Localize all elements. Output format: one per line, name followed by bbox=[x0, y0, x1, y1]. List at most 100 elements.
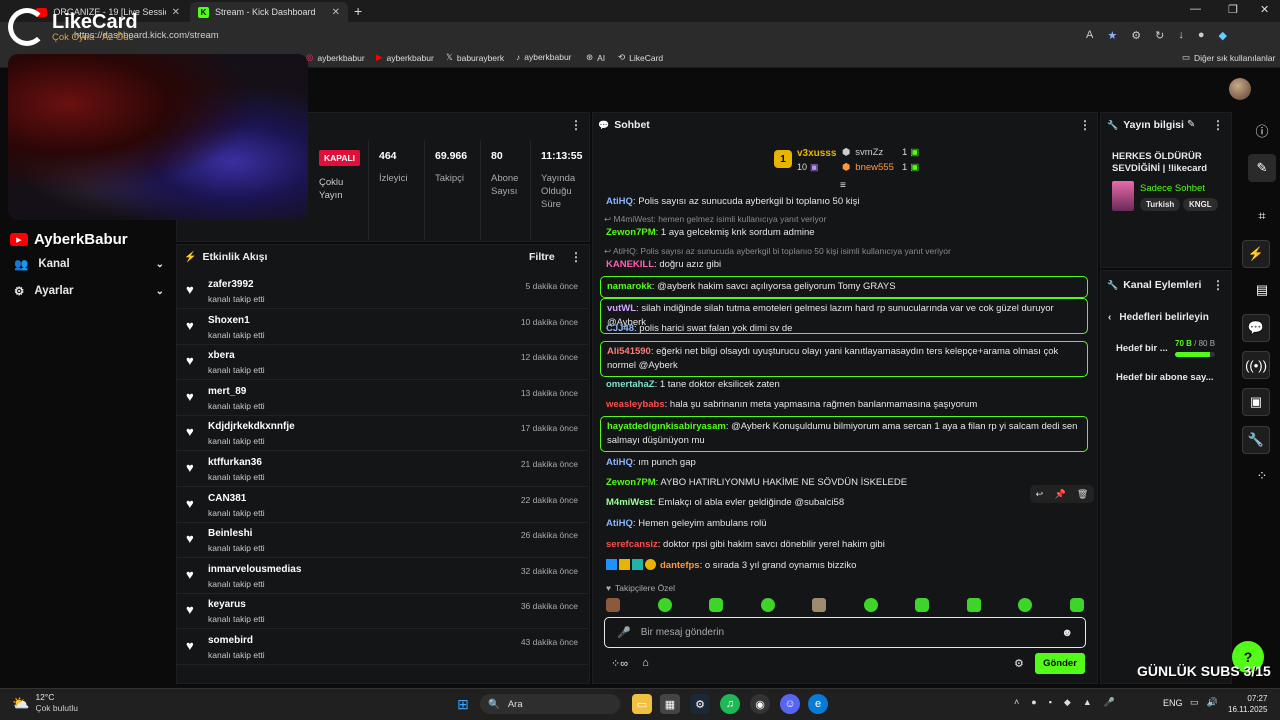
minimize-button[interactable]: — bbox=[1190, 3, 1201, 15]
sidebar-item-kanal[interactable]: 👥 Kanal ⌄ bbox=[14, 257, 164, 271]
chat-username[interactable]: Ali541590 bbox=[607, 346, 651, 357]
activity-item[interactable]: ♥ inmarvelousmedias kanalı takip etti 32 da… bbox=[176, 559, 588, 594]
new-tab-button[interactable]: + bbox=[354, 3, 362, 19]
close-window-button[interactable]: ✕ bbox=[1260, 3, 1269, 16]
sidebar-item-ayarlar[interactable]: ⚙ Ayarlar ⌄ bbox=[14, 284, 164, 298]
emote-icon[interactable] bbox=[1069, 598, 1084, 612]
tray-app-icon[interactable]: ▲ bbox=[1083, 697, 1092, 708]
steam-icon[interactable]: ⚙ bbox=[690, 694, 710, 714]
chat-message[interactable]: KANEKILL: doğru azız gibi bbox=[600, 258, 1088, 272]
bookmark-ai[interactable]: ⊛ AI bbox=[586, 52, 605, 63]
filter-button[interactable]: Filtre bbox=[529, 251, 555, 263]
chat-message[interactable]: AtiHQ: Polis sayısı az sunucuda ayberkgi… bbox=[600, 195, 1088, 209]
weather-widget[interactable]: ⛅ 12°C Çok bulutlu bbox=[12, 692, 78, 714]
edit-stream-icon[interactable]: ✎ bbox=[1248, 154, 1276, 182]
activity-item[interactable]: ♥ xbera kanalı takip etti 12 dakika önce bbox=[176, 345, 588, 381]
activity-item[interactable]: ♥ zafer3992 kanalı takip etti 5 dakika önce bbox=[176, 274, 588, 309]
emote-icon[interactable] bbox=[760, 598, 775, 612]
chat-message[interactable]: CJJ48: polis harici swat falan yok dimi … bbox=[600, 322, 1088, 336]
emote-icon[interactable] bbox=[915, 598, 930, 612]
chat-message[interactable]: Ali541590: eğerki net bilgi olsaydı uyuş… bbox=[600, 341, 1088, 377]
goal-item[interactable]: Hedef bir ... bbox=[1116, 343, 1168, 354]
more-options-icon[interactable]: ⋮ bbox=[570, 250, 582, 264]
pin-icon[interactable]: 📌 bbox=[1054, 489, 1065, 500]
app-icon[interactable]: ▦ bbox=[660, 694, 680, 714]
chat-username[interactable]: AtiHQ bbox=[606, 457, 633, 468]
emote-icon[interactable] bbox=[1018, 598, 1033, 612]
chat-username[interactable]: dantefps bbox=[660, 560, 700, 571]
discord-icon[interactable]: ☺ bbox=[780, 694, 800, 714]
send-button[interactable]: Gönder bbox=[1035, 653, 1085, 674]
chat-message[interactable]: weasleybabs: hala şu sabrinanın meta yap… bbox=[600, 398, 1088, 412]
user-avatar[interactable] bbox=[1229, 78, 1251, 100]
emote-icon[interactable] bbox=[863, 598, 878, 612]
category-link[interactable]: Sadece Sohbet bbox=[1140, 183, 1205, 194]
emote-icon[interactable] bbox=[606, 598, 620, 612]
info-icon[interactable]: ⓘ bbox=[1242, 110, 1280, 150]
tag[interactable]: KNGL bbox=[1183, 198, 1218, 211]
chat-username[interactable]: CJJ48 bbox=[606, 323, 634, 334]
taskbar-search[interactable]: 🔍 Ara bbox=[480, 694, 620, 714]
chevron-up-icon[interactable]: ˄ bbox=[1014, 697, 1019, 708]
extensions-icon[interactable]: ⚙ bbox=[1131, 29, 1141, 42]
file-explorer-icon[interactable]: ▭ bbox=[632, 694, 652, 714]
chat-message[interactable]: Zewon7PM: AYBO HATIRLIYONMU HAKİME NE SÖ… bbox=[600, 476, 1088, 490]
tray-app-icon[interactable]: ● bbox=[1031, 697, 1036, 708]
chat-message[interactable]: AtiHQ: ım punch gap bbox=[600, 456, 1088, 470]
chat-settings-icon[interactable]: ⚙ bbox=[1014, 657, 1024, 670]
category-thumbnail[interactable] bbox=[1112, 181, 1134, 211]
tag[interactable]: Turkish bbox=[1140, 198, 1181, 211]
windows-start-icon[interactable]: ⊞ bbox=[453, 694, 473, 714]
close-icon[interactable]: ✕ bbox=[332, 7, 340, 18]
users-icon[interactable]: ⁘ bbox=[1242, 456, 1280, 496]
chat-message[interactable]: AtiHQ: Hemen geleyim ambulans rolü bbox=[600, 517, 1088, 531]
chat-message[interactable]: hayatdedigınkisabiryasam: @Ayberk Konuşu… bbox=[600, 416, 1088, 452]
chat-username[interactable]: weasleybabs bbox=[606, 399, 665, 410]
activity-item[interactable]: ♥ Beinleshi kanalı takip etti 26 dakika önc… bbox=[176, 523, 588, 559]
history-icon[interactable]: ↻ bbox=[1155, 29, 1164, 42]
emote-icon[interactable] bbox=[657, 598, 672, 612]
chat-message[interactable]: omertahaZ: 1 tane doktor eksilicek zaten bbox=[600, 378, 1088, 392]
microphone-icon[interactable]: 🎤 bbox=[1104, 697, 1115, 708]
bookmark-tiktok[interactable]: ♪ ayberkbabur bbox=[516, 52, 572, 62]
activity-item[interactable]: ♥ Kdjdjrkekdkxnnfje kanalı takip etti 17 da… bbox=[176, 416, 588, 452]
bookmark-instagram[interactable]: ◎ ayberkbabur bbox=[306, 52, 365, 63]
chat-username[interactable]: Zewon7PM bbox=[606, 477, 656, 488]
chat-username[interactable]: omertahaZ bbox=[606, 379, 655, 390]
layout-icon[interactable]: ▣ bbox=[1242, 388, 1270, 416]
emote-icon[interactable] bbox=[966, 598, 981, 612]
emoji-icon[interactable]: ☻ bbox=[1061, 627, 1073, 639]
chat-username[interactable]: serefcansiz bbox=[606, 539, 658, 550]
chat-username[interactable]: AtiHQ bbox=[606, 518, 633, 529]
chat-username[interactable]: KANEKILL bbox=[606, 259, 654, 270]
bookmark-x[interactable]: 𝕏baburayberk bbox=[446, 52, 504, 63]
activity-item[interactable]: ♥ ktffurkan36 kanalı takip etti 21 dakika ö… bbox=[176, 452, 588, 487]
tray-app-icon[interactable]: ◆ bbox=[1064, 697, 1071, 708]
more-options-icon[interactable]: ⋮ bbox=[570, 118, 582, 132]
more-options-icon[interactable]: ⋮ bbox=[1079, 118, 1091, 132]
more-options-icon[interactable]: ⋮ bbox=[1212, 118, 1224, 132]
obs-icon[interactable]: ◉ bbox=[750, 694, 770, 714]
spotify-icon[interactable]: ♫ bbox=[720, 694, 740, 714]
network-volume-icons[interactable]: ▭ 🔊 bbox=[1190, 697, 1218, 708]
tab-kick-dashboard[interactable]: K Stream - Kick Dashboard ✕ bbox=[190, 2, 348, 22]
chat-message[interactable]: Zewon7PM: 1 aya gelcekmiş knk sordum adm… bbox=[600, 226, 1088, 240]
bookmark-youtube[interactable]: ▶ ayberkbabur bbox=[376, 52, 434, 63]
clock[interactable]: 07:27 16.11.2025 bbox=[1228, 693, 1267, 715]
reply-icon[interactable]: ↩ bbox=[1036, 489, 1044, 500]
delete-icon[interactable]: 🗑 bbox=[1077, 489, 1088, 500]
other-bookmarks[interactable]: ▭ Diğer sık kullanılanlar bbox=[1182, 52, 1275, 63]
lightning-icon[interactable]: ⚡ bbox=[1242, 240, 1270, 268]
back-to-goals[interactable]: ‹ Hedefleri belirleyin bbox=[1108, 312, 1209, 323]
activity-item[interactable]: ♥ mert_89 kanalı takip etti 13 dakika önce bbox=[176, 381, 588, 416]
wrench-icon[interactable]: 🔧 bbox=[1242, 426, 1270, 454]
url-field[interactable]: https://dashboard.kick.com/stream bbox=[60, 27, 1110, 45]
activity-item[interactable]: ♥ somebird kanalı takip etti 43 dakika önce bbox=[176, 630, 588, 665]
activity-item[interactable]: ♥ keyarus kanalı takip etti 36 dakika önce bbox=[176, 594, 588, 630]
copilot-icon[interactable]: ◆ bbox=[1218, 29, 1226, 42]
chat-username[interactable]: vutWL bbox=[607, 303, 636, 314]
activity-item[interactable]: ♥ CAN381 kanalı takip etti 22 dakika önce bbox=[176, 488, 588, 523]
activity-item[interactable]: ♥ Shoxen1 kanalı takip etti 10 dakika önce bbox=[176, 310, 588, 345]
emote-icon[interactable] bbox=[709, 598, 724, 612]
tray-app-icon[interactable]: ▪ bbox=[1049, 697, 1052, 708]
